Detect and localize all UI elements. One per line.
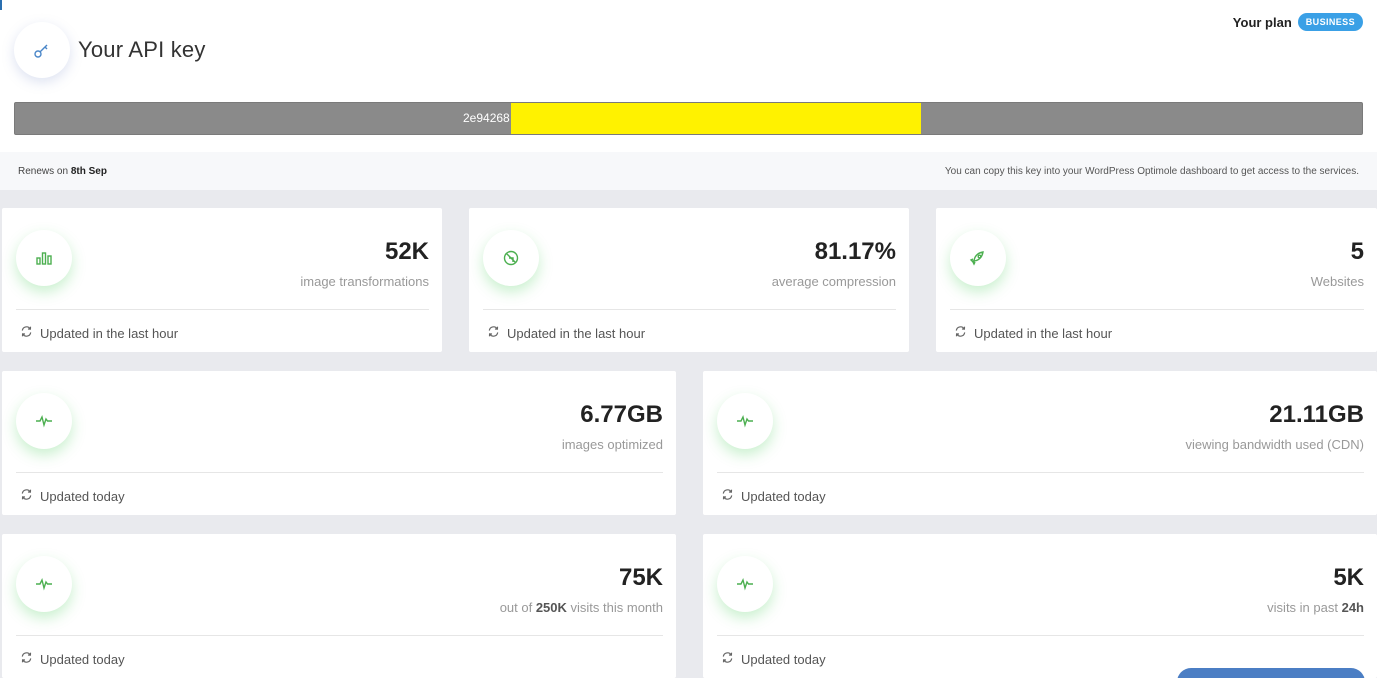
renewal-bar: Renews on 8th Sep You can copy this key … xyxy=(0,152,1377,190)
refresh-icon xyxy=(487,325,500,341)
pulse-icon xyxy=(717,393,773,449)
update-text: Updated today xyxy=(741,488,826,504)
update-text: Updated today xyxy=(741,651,826,667)
pulse-icon xyxy=(16,556,72,612)
update-text: Updated in the last hour xyxy=(40,325,179,341)
stat-value: 81.17% xyxy=(814,238,896,265)
pulse-icon xyxy=(717,556,773,612)
divider xyxy=(717,635,1364,636)
divider xyxy=(16,472,663,473)
stat-value: 6.77GB xyxy=(580,401,663,428)
label-prefix: visits in past xyxy=(1267,600,1342,615)
api-key-title: Your API key xyxy=(78,37,206,62)
api-key-value[interactable]: 2e94268 xyxy=(463,111,510,125)
refresh-icon xyxy=(20,651,33,667)
update-status: Updated in the last hour xyxy=(487,325,645,341)
update-text: Updated today xyxy=(40,651,125,667)
plan-info: Your plan BUSINESS xyxy=(1233,13,1363,31)
stat-value: 75K xyxy=(618,564,663,591)
card-images-optimized: 6.77GB images optimized Updated today xyxy=(2,371,676,515)
update-status: Updated today xyxy=(721,488,826,504)
corner-marker xyxy=(0,0,2,10)
card-average-compression: 81.17% average compression Updated in th… xyxy=(469,208,909,352)
label-prefix: out of xyxy=(499,600,536,615)
refresh-icon xyxy=(954,325,967,341)
divider xyxy=(16,635,663,636)
divider xyxy=(950,309,1364,310)
stat-label: average compression xyxy=(771,274,896,289)
bar-chart-icon xyxy=(16,230,72,286)
stat-value: 5 xyxy=(1350,238,1364,265)
key-icon xyxy=(14,22,70,78)
update-status: Updated today xyxy=(20,651,125,667)
card-visits-month: 75K out of 250K visits this month Update… xyxy=(2,534,676,678)
refresh-icon xyxy=(721,651,734,667)
divider xyxy=(16,309,429,310)
pulse-icon xyxy=(16,393,72,449)
stat-label: viewing bandwidth used (CDN) xyxy=(1185,437,1364,452)
card-visits-24h: 5K visits in past 24h Updated today xyxy=(703,534,1377,678)
plan-label: Your plan xyxy=(1232,14,1292,30)
label-bold: 250K xyxy=(535,600,567,615)
card-websites: 5 Websites Updated in the last hour xyxy=(936,208,1377,352)
refresh-icon xyxy=(20,488,33,504)
update-text: Updated in the last hour xyxy=(974,325,1113,341)
renew-date: 8th Sep xyxy=(70,166,107,177)
card-bandwidth: 21.11GB viewing bandwidth used (CDN) Upd… xyxy=(703,371,1377,515)
refresh-icon xyxy=(20,325,33,341)
plan-badge: BUSINESS xyxy=(1297,13,1363,31)
divider xyxy=(483,309,896,310)
rocket-icon xyxy=(950,230,1006,286)
label-bold: 24h xyxy=(1341,600,1364,615)
stat-label: Websites xyxy=(1310,274,1364,289)
divider xyxy=(717,472,1364,473)
copy-hint: You can copy this key into your WordPres… xyxy=(944,166,1359,177)
api-key-panel: Your API key Your plan BUSINESS 2e94268 … xyxy=(0,0,1377,190)
refresh-icon xyxy=(721,488,734,504)
label-suffix: visits this month xyxy=(566,600,663,615)
stat-value: 21.11GB xyxy=(1269,401,1364,428)
redaction-overlay xyxy=(511,103,921,134)
renewal-info: Renews on 8th Sep xyxy=(18,166,107,177)
update-status: Updated today xyxy=(20,488,125,504)
update-status: Updated in the last hour xyxy=(954,325,1112,341)
action-button[interactable] xyxy=(1177,668,1365,678)
update-text: Updated in the last hour xyxy=(507,325,646,341)
update-text: Updated today xyxy=(40,488,125,504)
update-status: Updated today xyxy=(721,651,826,667)
stat-value: 5K xyxy=(1333,564,1364,591)
update-status: Updated in the last hour xyxy=(20,325,178,341)
renew-prefix: Renews on xyxy=(18,166,71,177)
stat-label: image transformations xyxy=(300,274,429,289)
stat-value: 52K xyxy=(384,238,429,265)
compress-icon xyxy=(483,230,539,286)
api-key-field[interactable]: 2e94268 xyxy=(14,102,1363,135)
card-image-transformations: 52K image transformations Updated in the… xyxy=(2,208,442,352)
stat-label: images optimized xyxy=(561,437,663,452)
stat-label: out of 250K visits this month xyxy=(500,600,663,615)
stat-label: visits in past 24h xyxy=(1267,600,1364,615)
